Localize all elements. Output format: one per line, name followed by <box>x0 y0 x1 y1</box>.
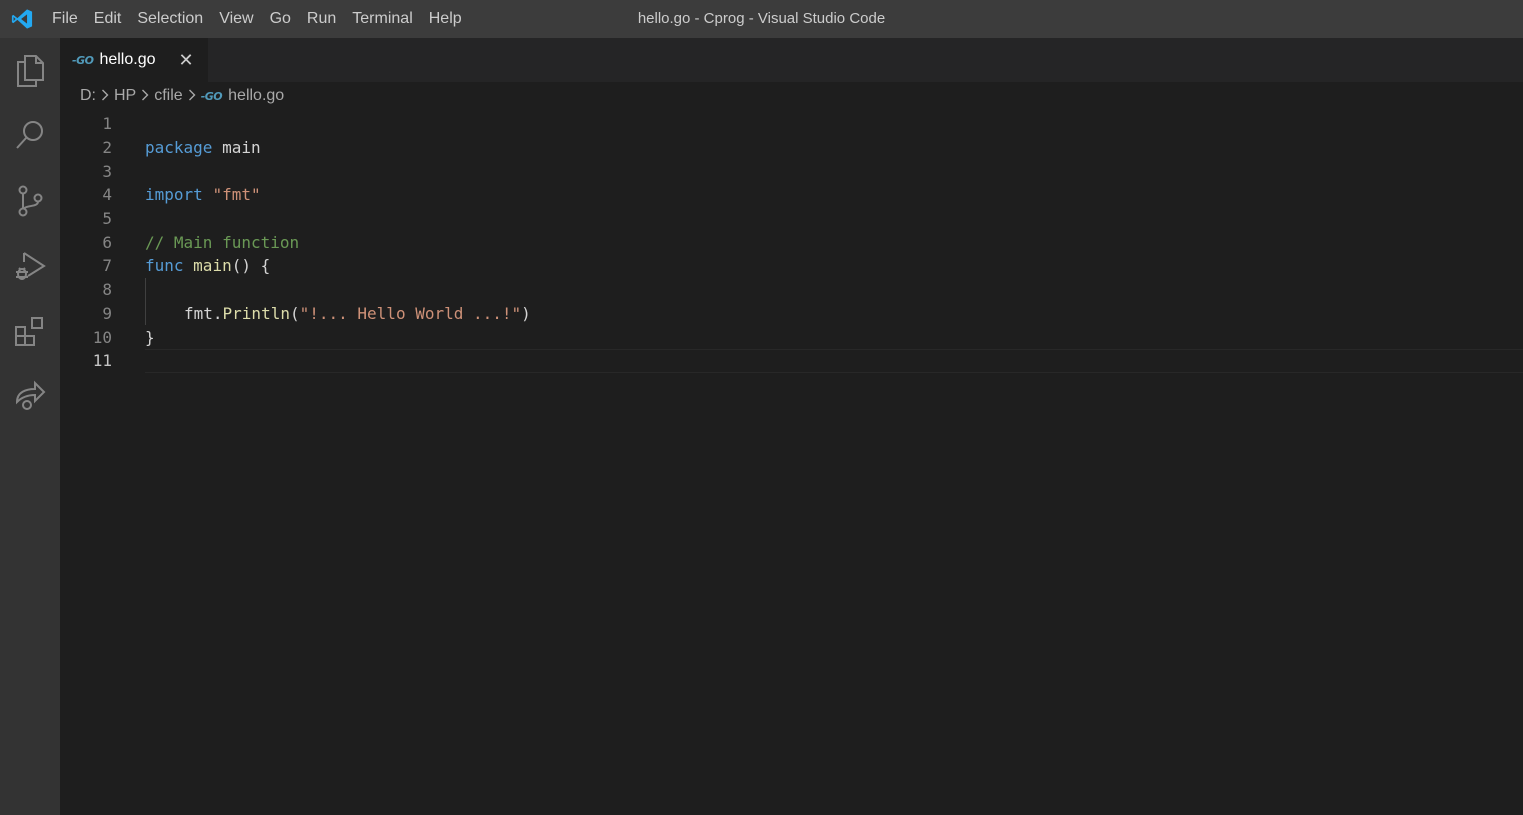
breadcrumb-cfile[interactable]: cfile <box>154 87 182 105</box>
title-bar: File Edit Selection View Go Run Terminal… <box>0 0 1523 38</box>
editor-area: -GO hello.go ✕ D: HP cfile -GO hello.go … <box>60 38 1523 815</box>
code-line: 3 <box>60 159 1523 183</box>
tab-hello-go[interactable]: -GO hello.go ✕ <box>60 38 208 82</box>
menu-bar: File Edit Selection View Go Run Terminal… <box>44 0 470 38</box>
line-number: 2 <box>102 138 112 158</box>
line-number: 9 <box>102 303 112 323</box>
line-number: 7 <box>102 256 112 276</box>
line-content: fmt.Println("!... Hello World ...!") <box>184 304 531 323</box>
comment-token: // Main function <box>145 232 300 252</box>
code-line: 4 import "fmt" <box>60 183 1523 207</box>
code-editor[interactable]: 1 2 package main 3 4 import "fmt" 5 6 //… <box>60 112 1523 373</box>
code-line: 1 <box>60 112 1523 136</box>
chevron-right-icon <box>188 88 196 104</box>
run-debug-icon[interactable] <box>0 233 60 298</box>
line-number: 6 <box>102 232 112 252</box>
activity-bar <box>0 38 60 815</box>
code-line: 8 <box>60 277 1523 302</box>
tab-label: hello.go <box>99 51 156 68</box>
function-token: Println <box>222 303 290 323</box>
line-number: 8 <box>102 280 112 300</box>
menu-view[interactable]: View <box>211 0 261 38</box>
string-token: "!... Hello World ...!" <box>299 303 522 323</box>
identifier-token: fmt. <box>184 303 223 323</box>
function-token: main <box>193 256 232 276</box>
vscode-logo-icon <box>0 0 44 38</box>
line-content: } <box>145 328 155 347</box>
code-line: 2 package main <box>60 136 1523 160</box>
identifier-token: main <box>212 138 261 158</box>
breadcrumb-drive[interactable]: D: <box>80 87 96 105</box>
source-control-icon[interactable] <box>0 168 60 233</box>
chevron-right-icon <box>141 88 149 104</box>
keyword-token: func <box>145 256 184 276</box>
menu-run[interactable]: Run <box>299 0 344 38</box>
menu-help[interactable]: Help <box>421 0 470 38</box>
menu-edit[interactable]: Edit <box>86 0 130 38</box>
line-number: 11 <box>92 351 112 371</box>
line-content: import "fmt" <box>145 185 261 204</box>
line-number: 4 <box>102 185 112 205</box>
punctuation-token: () { <box>231 256 271 276</box>
line-number: 3 <box>102 161 112 181</box>
current-line-highlight <box>145 348 1523 373</box>
string-token: "fmt" <box>212 185 261 205</box>
line-content: func main() { <box>145 256 270 275</box>
go-file-icon: -GO <box>72 53 94 67</box>
code-line: 6 // Main function <box>60 230 1523 254</box>
code-line: 10 } <box>60 325 1523 349</box>
menu-terminal[interactable]: Terminal <box>344 0 420 38</box>
search-icon[interactable] <box>0 103 60 168</box>
punctuation-token: ) <box>521 303 531 323</box>
code-line-active: 11 <box>60 348 1523 373</box>
code-line: 7 func main() { <box>60 254 1523 278</box>
menu-go[interactable]: Go <box>262 0 299 38</box>
indent-guide <box>145 301 146 326</box>
line-content: package main <box>145 138 261 157</box>
line-content: // Main function <box>145 233 299 252</box>
breadcrumb-file[interactable]: hello.go <box>228 87 284 105</box>
breadcrumb-hp[interactable]: HP <box>114 87 136 105</box>
line-number: 5 <box>102 209 112 229</box>
code-line: 9 fmt.Println("!... Hello World ...!") <box>60 301 1523 326</box>
live-share-icon[interactable] <box>0 363 60 428</box>
breadcrumb: D: HP cfile -GO hello.go <box>60 82 1523 110</box>
close-icon[interactable]: ✕ <box>176 50 196 71</box>
tab-bar: -GO hello.go ✕ <box>60 38 1523 82</box>
chevron-right-icon <box>101 88 109 104</box>
extensions-icon[interactable] <box>0 298 60 363</box>
explorer-icon[interactable] <box>0 38 60 103</box>
keyword-token: import <box>145 185 203 205</box>
code-line: 5 <box>60 207 1523 231</box>
go-file-icon: -GO <box>200 89 223 103</box>
keyword-token: package <box>145 138 213 158</box>
punctuation-token: ( <box>289 303 300 323</box>
indent-guide <box>145 277 146 302</box>
line-number: 10 <box>92 327 112 347</box>
menu-file[interactable]: File <box>44 0 86 38</box>
line-number: 1 <box>102 114 112 134</box>
menu-selection[interactable]: Selection <box>129 0 211 38</box>
punctuation-token: } <box>145 327 155 347</box>
